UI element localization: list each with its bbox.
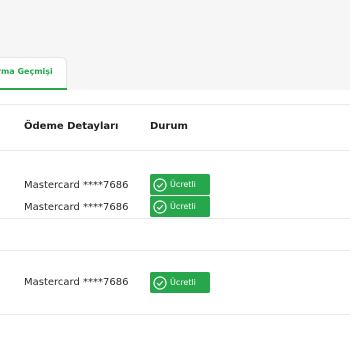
status-header: Durum xyxy=(150,121,188,132)
payment-details-header: Ödeme Detayları xyxy=(24,121,119,132)
table-top-divider xyxy=(0,104,350,105)
header-divider xyxy=(0,150,350,151)
row-divider xyxy=(0,314,350,315)
table-row: Mastercard ****7686 Ücretli xyxy=(0,263,350,307)
payment-details-cell: Mastercard ****7686 xyxy=(24,277,129,288)
check-circle-icon xyxy=(153,199,167,214)
table-row: Mastercard ****7686 Ücretli xyxy=(0,188,350,232)
tab-order-history-label: rma Geçmişi xyxy=(0,67,53,76)
status-badge: Ücretli xyxy=(150,272,210,293)
active-tab-indicator xyxy=(0,88,67,90)
check-circle-icon xyxy=(153,275,167,290)
status-badge: Ücretli xyxy=(150,196,210,217)
row-divider xyxy=(0,250,350,251)
payment-details-cell: Mastercard ****7686 xyxy=(24,202,129,213)
status-badge-label: Ücretli xyxy=(170,202,196,211)
status-badge-label: Ücretli xyxy=(170,278,196,287)
